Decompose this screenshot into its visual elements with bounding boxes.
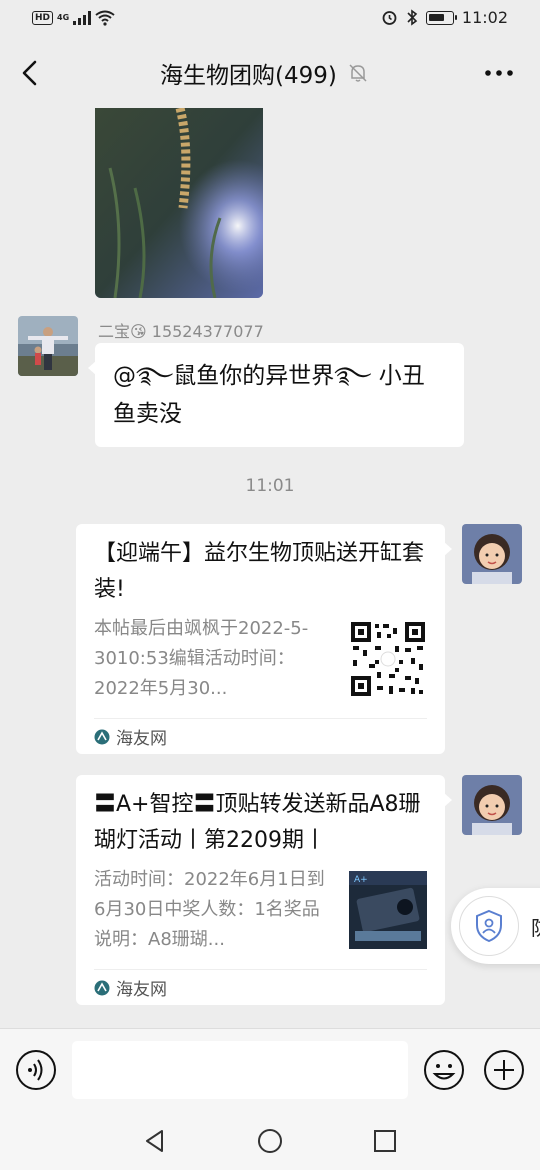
signal-icon [73,11,92,25]
triangle-back-icon[interactable] [142,1128,168,1154]
network-type: 4G [57,13,70,22]
floating-shield-button[interactable]: 防 [451,888,540,964]
bluetooth-icon [407,9,418,26]
shield-icon [476,909,502,943]
link-card[interactable]: 【迎端午】益尔生物顶贴送开缸套装! 本帖最后由飒枫于2022-5-3010:53… [76,524,452,754]
text-message-bubble[interactable]: @࿐鼠鱼你的异世界࿐ 小丑鱼卖没 [88,343,464,447]
avatar[interactable] [462,775,522,835]
link-card-source: 海友网 [94,718,427,754]
message-input[interactable] [72,1041,408,1099]
status-left: HD 4G [32,10,115,26]
sender-name: 二宝😘 15524377077 [98,322,264,341]
link-card-title: 〓A+智控〓顶贴转发送新品A8珊 瑚灯活动丨第2209期丨 [94,792,421,853]
back-arrow-icon[interactable] [16,58,46,88]
system-navigation-bar [0,1110,540,1170]
status-right: 11:02 [381,8,508,27]
link-card-source: 海友网 [94,969,427,1005]
floating-button-label: 防 [531,912,540,941]
link-card-body: 本帖最后由飒枫于2022-5-3010:53编辑活动时间：2022年5月30..… [94,614,427,704]
status-bar: HD 4G 11:02 [0,0,540,38]
message-timestamp: 11:01 [245,476,295,496]
circle-home-icon[interactable] [257,1128,283,1154]
link-card-body: 活动时间：2022年6月1日到6月30日中奖人数：1名奖品说明：A8珊瑚... … [94,865,427,955]
link-card-source-name: 海友网 [116,980,167,1000]
avatar[interactable] [18,316,78,376]
input-bar [0,1028,540,1110]
chat-header: 海生物团购(499) [0,38,540,108]
plus-icon[interactable] [483,1049,525,1091]
photo-image [95,108,263,298]
svg-text:A+: A+ [354,875,368,885]
shield-icon-wrap [459,896,519,956]
battery-icon [425,10,457,25]
hd-badge: HD [32,11,54,25]
link-card-description: 本帖最后由飒枫于2022-5-3010:53编辑活动时间：2022年5月30..… [94,618,309,699]
voice-icon[interactable] [15,1049,57,1091]
chat-title-group: 海生物团购(499) [160,56,369,90]
bell-muted-icon [349,64,367,82]
chat-title: 海生物团购(499) [160,63,337,89]
message-list[interactable]: 二宝😘 15524377077 @࿐鼠鱼你的异世界࿐ 小丑鱼卖没 11:01 【… [0,108,540,1028]
site-logo-icon [94,980,110,995]
emoji-icon[interactable] [423,1049,465,1091]
link-card[interactable]: 〓A+智控〓顶贴转发送新品A8珊 瑚灯活动丨第2209期丨 活动时间：2022年… [76,775,452,1005]
more-dots-icon[interactable] [484,63,514,83]
clock: 11:02 [461,8,508,27]
product-image-icon: A+ [349,871,427,949]
image-message[interactable] [95,108,263,298]
link-card-source-name: 海友网 [116,729,167,749]
link-card-title: 【迎端午】益尔生物顶贴送开缸套装! [94,541,425,602]
alarm-icon [382,11,397,25]
square-recents-icon[interactable] [372,1128,398,1154]
link-card-description: 活动时间：2022年6月1日到6月30日中奖人数：1名奖品说明：A8珊瑚... [94,869,325,950]
wifi-icon [95,10,115,26]
site-logo-icon [94,729,110,744]
avatar[interactable] [462,524,522,584]
qr-code-icon [349,620,427,698]
